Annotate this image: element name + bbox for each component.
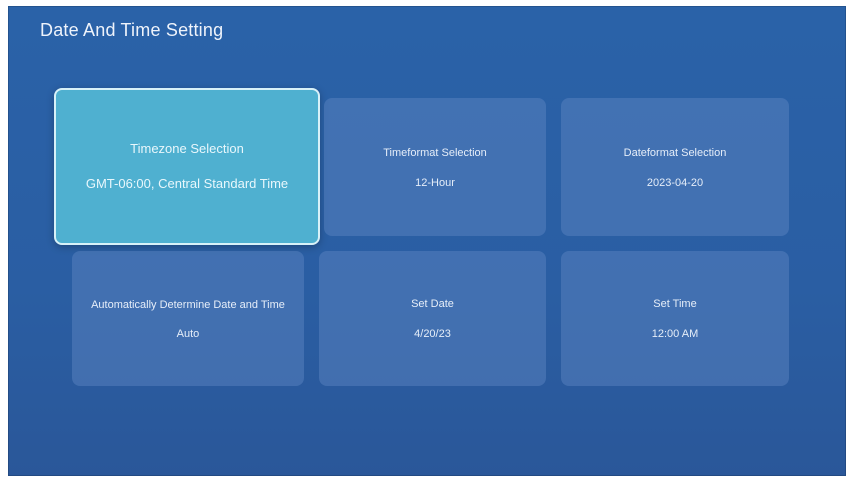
- tile-value: 4/20/23: [414, 328, 451, 340]
- tile-label: Timezone Selection: [130, 141, 244, 156]
- set-date-tile[interactable]: Set Date 4/20/23: [319, 251, 546, 386]
- tile-label: Set Time: [653, 298, 697, 310]
- dateformat-selection-tile[interactable]: Dateformat Selection 2023-04-20: [561, 98, 789, 236]
- set-time-tile[interactable]: Set Time 12:00 AM: [561, 251, 789, 386]
- tv-settings-screen: Date And Time Setting Timezone Selection…: [8, 6, 846, 476]
- auto-date-time-tile[interactable]: Automatically Determine Date and Time Au…: [72, 251, 304, 386]
- tile-label: Set Date: [411, 298, 454, 310]
- tile-label: Automatically Determine Date and Time: [91, 298, 285, 311]
- tile-label: Timeformat Selection: [383, 146, 487, 159]
- tile-value: Auto: [176, 327, 200, 340]
- tile-value: 2023-04-20: [646, 176, 704, 189]
- timeformat-selection-tile[interactable]: Timeformat Selection 12-Hour: [324, 98, 546, 236]
- tile-label: Dateformat Selection: [623, 146, 727, 159]
- tile-value: GMT-06:00, Central Standard Time: [85, 176, 289, 191]
- page-title: Date And Time Setting: [40, 20, 224, 40]
- tile-value: 12-Hour: [415, 176, 455, 189]
- tile-value: 12:00 AM: [651, 328, 699, 340]
- timezone-selection-tile[interactable]: Timezone Selection GMT-06:00, Central St…: [54, 88, 320, 245]
